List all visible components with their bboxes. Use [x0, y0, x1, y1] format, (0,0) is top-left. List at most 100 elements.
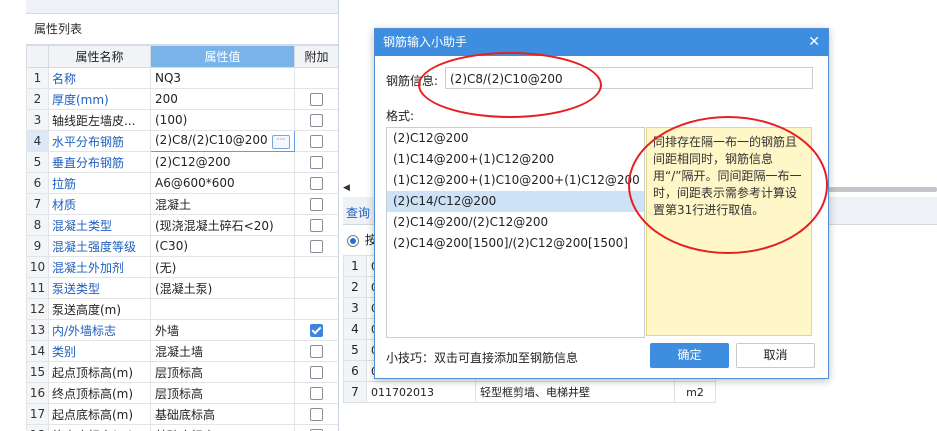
- property-row[interactable]: 9 混凝土强度等级 (C30): [26, 235, 338, 257]
- property-row[interactable]: 1 名称 NQ3: [26, 67, 338, 89]
- property-value-text: 外墙: [155, 323, 180, 338]
- property-value[interactable]: (2)C8/(2)C10@200 ···: [150, 130, 295, 152]
- extra-checkbox[interactable]: [310, 324, 323, 337]
- property-value[interactable]: 层顶标高: [150, 382, 295, 404]
- scrollbar-thumb[interactable]: [813, 187, 937, 192]
- property-row[interactable]: 10 混凝土外加剂 (无): [26, 256, 338, 278]
- property-value[interactable]: 混凝土: [150, 193, 295, 215]
- property-row[interactable]: 15 起点顶标高(m) 层顶标高: [26, 361, 338, 383]
- property-row[interactable]: 14 类别 混凝土墙: [26, 340, 338, 362]
- cancel-button[interactable]: 取消: [736, 343, 815, 368]
- extra-cell: [294, 424, 338, 431]
- property-value[interactable]: (无): [150, 256, 295, 278]
- extra-checkbox[interactable]: [310, 135, 323, 148]
- property-name: 混凝土类型: [48, 214, 151, 236]
- query-cell-num: 1: [343, 255, 367, 277]
- scroll-left-arrow-icon[interactable]: ◀: [343, 183, 350, 193]
- property-name-header[interactable]: 属性名称: [48, 45, 151, 68]
- format-item[interactable]: (1)C12@200+(1)C10@200+(1)C12@200: [387, 170, 644, 191]
- ellipsis-button-icon[interactable]: ···: [272, 135, 290, 149]
- property-row[interactable]: 17 起点底标高(m) 基础底标高: [26, 403, 338, 425]
- query-row[interactable]: 7 011702013 轻型框剪墙、电梯井壁 m2: [343, 381, 716, 403]
- tab-query[interactable]: 查询: [346, 204, 370, 221]
- property-row[interactable]: 7 材质 混凝土: [26, 193, 338, 215]
- property-value-header[interactable]: 属性值: [150, 45, 295, 68]
- format-list[interactable]: (2)C12@200 (1)C14@200+(1)C12@200 (1)C12@20…: [386, 127, 645, 338]
- property-value-text: A6@600*600: [155, 176, 235, 190]
- row-number: 15: [26, 361, 49, 383]
- format-item[interactable]: (2)C14/C12@200: [387, 191, 644, 212]
- property-row[interactable]: 3 轴线距左墙皮... (100): [26, 109, 338, 131]
- extra-checkbox[interactable]: [310, 93, 323, 106]
- row-number: 4: [26, 130, 49, 152]
- extra-checkbox[interactable]: [310, 387, 323, 400]
- property-row[interactable]: 16 终点顶标高(m) 层顶标高: [26, 382, 338, 404]
- property-value[interactable]: (100): [150, 109, 295, 131]
- property-value-text: 混凝土: [155, 197, 192, 212]
- format-item[interactable]: (2)C14@200/(2)C12@200: [387, 212, 644, 233]
- property-value[interactable]: NQ3: [150, 67, 295, 89]
- query-radio-row[interactable]: 按: [347, 231, 377, 248]
- property-value[interactable]: 外墙: [150, 319, 295, 341]
- property-value-text: (现浇混凝土碎石<20): [155, 218, 274, 233]
- property-extra-header[interactable]: 附加: [294, 45, 338, 68]
- format-item[interactable]: (2)C14@200[1500]/(2)C12@200[1500]: [387, 233, 644, 254]
- close-icon[interactable]: ✕: [808, 29, 820, 56]
- extra-checkbox[interactable]: [310, 219, 323, 232]
- extra-checkbox[interactable]: [310, 177, 323, 190]
- property-row[interactable]: 5 垂直分布钢筋 (2)C12@200: [26, 151, 338, 173]
- row-number: 17: [26, 403, 49, 425]
- property-value[interactable]: (混凝土泵): [150, 277, 295, 299]
- property-name: 类别: [48, 340, 151, 362]
- format-label: 格式:: [386, 109, 415, 123]
- format-note: 同排存在隔一布一的钢筋且间距相同时，钢筋信息用“/”隔开。同间距隔一布一时，间距…: [646, 127, 812, 336]
- ok-button[interactable]: 确定: [650, 343, 729, 368]
- property-row[interactable]: 11 泵送类型 (混凝土泵): [26, 277, 338, 299]
- row-number: 6: [26, 172, 49, 194]
- extra-cell: [294, 109, 338, 131]
- property-value[interactable]: 200: [150, 88, 295, 110]
- extra-checkbox[interactable]: [310, 240, 323, 253]
- row-number: 12: [26, 298, 49, 320]
- query-radio[interactable]: [347, 234, 359, 247]
- property-name: 泵送高度(m): [48, 298, 151, 320]
- property-row[interactable]: 12 泵送高度(m): [26, 298, 338, 320]
- property-value[interactable]: (C30): [150, 235, 295, 257]
- property-value-text: (无): [155, 260, 177, 275]
- property-value[interactable]: 混凝土墙: [150, 340, 295, 362]
- format-item[interactable]: (2)C12@200: [387, 128, 644, 149]
- dialog-titlebar[interactable]: 钢筋输入小助手 ✕: [375, 29, 828, 56]
- property-value[interactable]: A6@600*600: [150, 172, 295, 194]
- extra-cell: [294, 298, 338, 320]
- extra-checkbox[interactable]: [310, 366, 323, 379]
- property-value-text: (2)C12@200: [155, 155, 231, 169]
- property-value-text: 200: [155, 92, 178, 106]
- extra-checkbox[interactable]: [310, 156, 323, 169]
- property-row[interactable]: 13 内/外墙标志 外墙: [26, 319, 338, 341]
- property-row[interactable]: 2 厚度(mm) 200: [26, 88, 338, 110]
- extra-cell: [294, 403, 338, 425]
- property-value[interactable]: (2)C12@200: [150, 151, 295, 173]
- property-row[interactable]: 8 混凝土类型 (现浇混凝土碎石<20): [26, 214, 338, 236]
- row-number: 9: [26, 235, 49, 257]
- extra-checkbox[interactable]: [310, 114, 323, 127]
- property-name: 垂直分布钢筋: [48, 151, 151, 173]
- property-value[interactable]: 层顶标高: [150, 361, 295, 383]
- query-cell-num: 3: [343, 297, 367, 319]
- rebar-info-input[interactable]: (2)C8/(2)C10@200: [445, 67, 813, 89]
- property-value[interactable]: [150, 298, 295, 320]
- property-name: 终点底标高(m): [48, 424, 151, 431]
- extra-cell: [294, 277, 338, 299]
- property-row[interactable]: 4 水平分布钢筋 (2)C8/(2)C10@200 ···: [26, 130, 338, 152]
- format-item[interactable]: (1)C14@200+(1)C12@200: [387, 149, 644, 170]
- property-value-text: 基础底标高: [155, 407, 216, 422]
- property-value[interactable]: 基础底标高: [150, 424, 295, 431]
- extra-checkbox[interactable]: [310, 408, 323, 421]
- property-row[interactable]: 6 拉筋 A6@600*600: [26, 172, 338, 194]
- property-row[interactable]: 18终点底标高(m)基础底标高: [26, 424, 338, 431]
- row-number: 13: [26, 319, 49, 341]
- extra-checkbox[interactable]: [310, 345, 323, 358]
- property-value[interactable]: (现浇混凝土碎石<20): [150, 214, 295, 236]
- extra-checkbox[interactable]: [310, 198, 323, 211]
- property-value[interactable]: 基础底标高: [150, 403, 295, 425]
